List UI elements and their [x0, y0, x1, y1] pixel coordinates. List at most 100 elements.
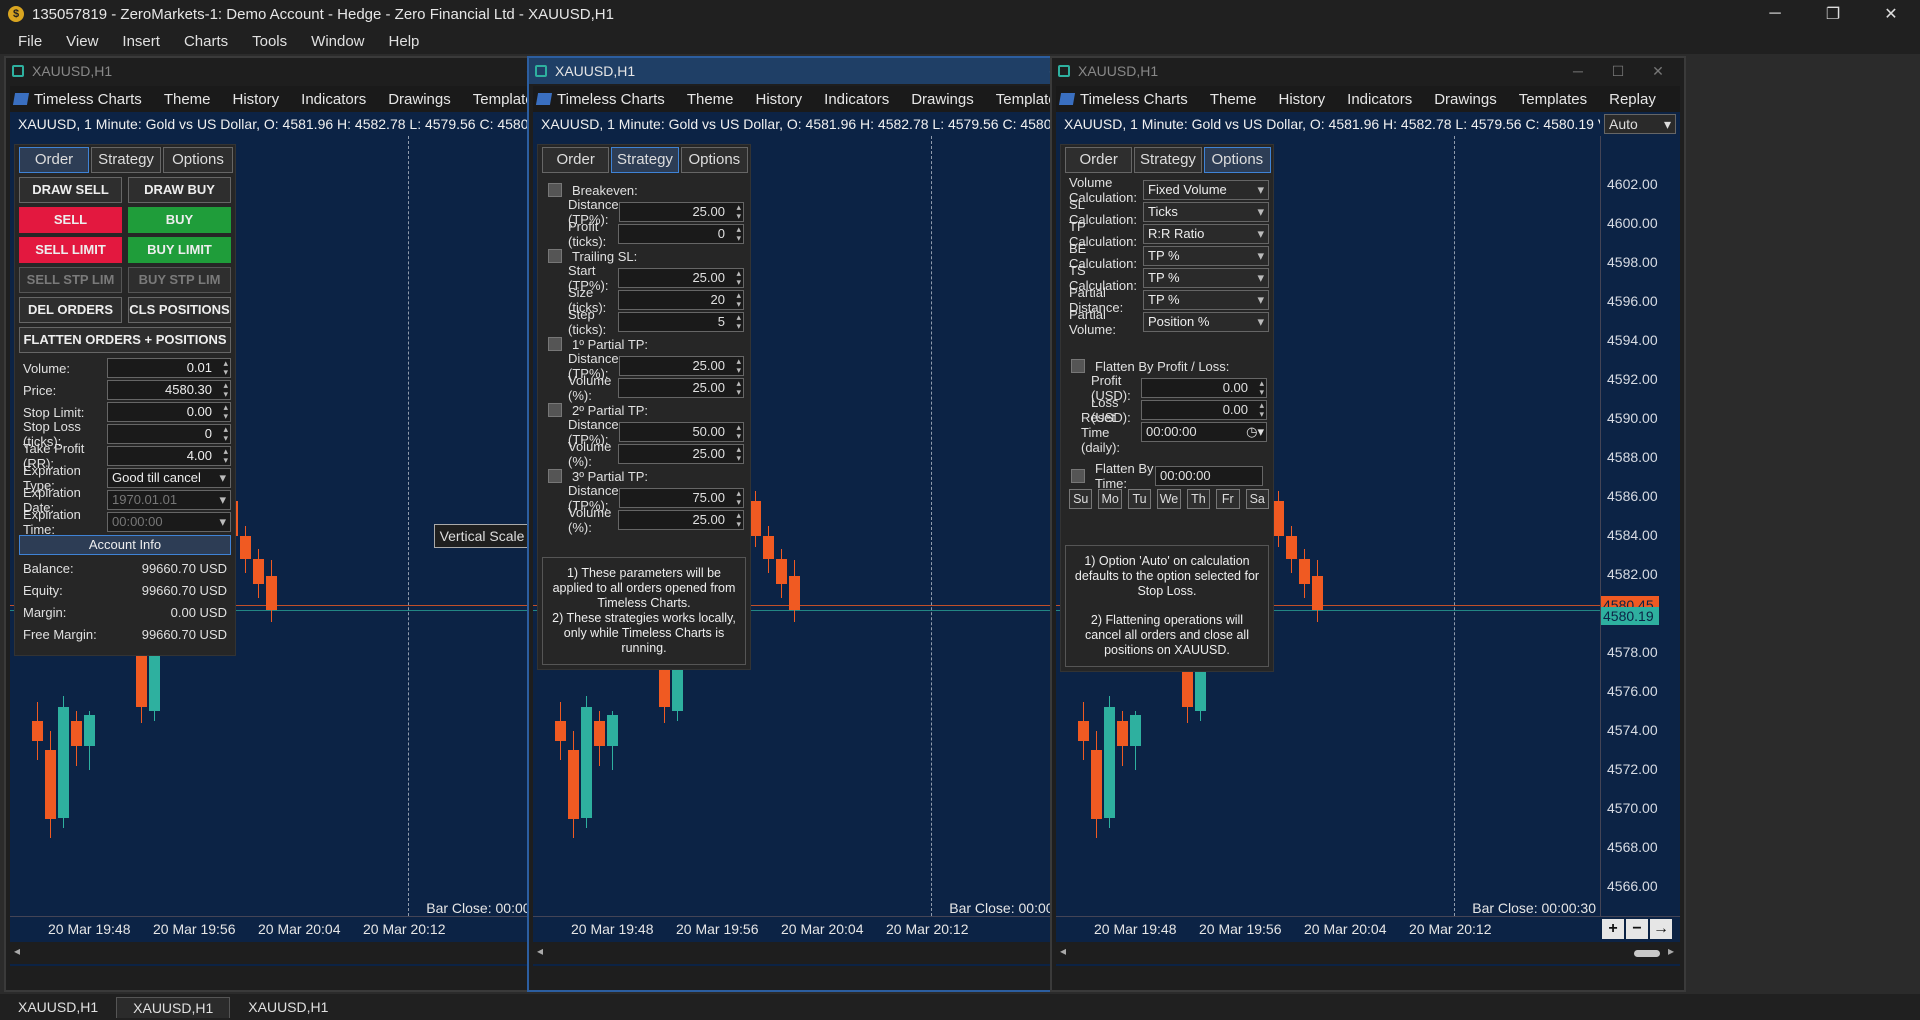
field-input[interactable]: 5 [618, 312, 744, 332]
maximize-icon[interactable]: ☐ [1598, 58, 1638, 84]
weekday-th-button[interactable]: Th [1186, 489, 1211, 509]
chart-area[interactable]: Timeless Charts Theme History Indicators… [1056, 86, 1680, 966]
draw-sell-button[interactable]: DRAW SELL [19, 177, 122, 203]
menu-window[interactable]: Window [299, 33, 376, 50]
field-input[interactable]: 25.00 [618, 510, 744, 530]
weekday-mo-button[interactable]: Mo [1098, 489, 1122, 509]
checkbox[interactable] [548, 403, 562, 417]
clock-icon[interactable]: ◷▾ [1246, 423, 1264, 441]
expiration-date-field[interactable]: 1970.01.01 [107, 490, 231, 510]
reset-time-field[interactable]: 00:00:00 ◷▾ [1141, 422, 1267, 442]
expiration-type-select[interactable]: Good till cancel [107, 468, 231, 488]
close-positions-button[interactable]: CLS POSITIONS [128, 297, 231, 323]
checkbox[interactable] [1071, 469, 1085, 483]
timeless-charts-menu[interactable]: Timeless Charts [533, 91, 676, 108]
buy-stop-limit-button[interactable]: BUY STP LIM [128, 267, 231, 293]
option-select[interactable]: TP % [1143, 268, 1269, 288]
templates-menu[interactable]: Templates [1508, 91, 1598, 108]
indicators-menu[interactable]: Indicators [1336, 91, 1423, 108]
field-input[interactable]: 4580.30 [107, 380, 231, 400]
close-icon[interactable]: ✕ [1862, 0, 1920, 28]
scale-mode-select[interactable]: Auto [1604, 114, 1676, 134]
checkbox[interactable] [1071, 359, 1085, 373]
chart-tab[interactable]: XAUUSD,H1 [2, 997, 114, 1017]
field-input[interactable]: 4.00 [107, 446, 231, 466]
scroll-left-icon[interactable]: ◂ [1060, 944, 1066, 958]
delete-orders-button[interactable]: DEL ORDERS [19, 297, 122, 323]
draw-buy-button[interactable]: DRAW BUY [128, 177, 231, 203]
flatten-time-field[interactable]: 00:00:00 [1155, 466, 1263, 486]
checkbox[interactable] [548, 469, 562, 483]
menu-view[interactable]: View [54, 33, 110, 50]
chart-window-titlebar[interactable]: XAUUSD,H1 ─ ☐ ✕ [1052, 58, 1684, 84]
field-input[interactable]: 25.00 [618, 202, 744, 222]
theme-menu[interactable]: Theme [153, 91, 222, 108]
buy-limit-button[interactable]: BUY LIMIT [128, 237, 231, 263]
weekday-we-button[interactable]: We [1157, 489, 1181, 509]
scroll-right-icon[interactable]: ▸ [1668, 944, 1674, 958]
zoom-out-button[interactable]: − [1626, 919, 1648, 939]
weekday-sa-button[interactable]: Sa [1245, 489, 1269, 509]
field-input[interactable]: 0.00 [1141, 400, 1267, 420]
option-select[interactable]: TP % [1143, 246, 1269, 266]
tab-options[interactable]: Options [163, 147, 233, 173]
menu-help[interactable]: Help [377, 33, 432, 50]
theme-menu[interactable]: Theme [676, 91, 745, 108]
field-input[interactable]: 75.00 [618, 488, 744, 508]
sell-button[interactable]: SELL [19, 207, 122, 233]
field-input[interactable]: 0.01 [107, 358, 231, 378]
history-menu[interactable]: History [745, 91, 814, 108]
tab-strategy[interactable]: Strategy [611, 147, 679, 173]
sell-stop-limit-button[interactable]: SELL STP LIM [19, 267, 122, 293]
account-info-button[interactable]: Account Info [19, 535, 231, 555]
sell-limit-button[interactable]: SELL LIMIT [19, 237, 122, 263]
theme-menu[interactable]: Theme [1199, 91, 1268, 108]
minimize-icon[interactable]: ─ [1746, 0, 1804, 28]
indicators-menu[interactable]: Indicators [290, 91, 377, 108]
field-input[interactable]: 50.00 [618, 422, 744, 442]
scroll-to-end-button[interactable]: → [1650, 919, 1672, 939]
menu-file[interactable]: File [6, 33, 54, 50]
time-axis[interactable]: 20 Mar 19:48 20 Mar 19:56 20 Mar 20:04 2… [1056, 916, 1680, 940]
history-menu[interactable]: History [1268, 91, 1337, 108]
menu-charts[interactable]: Charts [172, 33, 240, 50]
field-input[interactable]: 25.00 [618, 268, 744, 288]
weekday-fr-button[interactable]: Fr [1216, 489, 1240, 509]
option-select[interactable]: R:R Ratio [1143, 224, 1269, 244]
field-input[interactable]: 0.00 [1141, 378, 1267, 398]
zoom-in-button[interactable]: + [1602, 919, 1624, 939]
field-input[interactable]: 25.00 [618, 356, 744, 376]
timeless-charts-menu[interactable]: Timeless Charts [1056, 91, 1199, 108]
tab-order[interactable]: Order [542, 147, 610, 173]
option-select[interactable]: Ticks [1143, 202, 1269, 222]
history-menu[interactable]: History [222, 91, 291, 108]
tab-strategy[interactable]: Strategy [91, 147, 161, 173]
drawings-menu[interactable]: Drawings [900, 91, 985, 108]
chart-tab-active[interactable]: XAUUSD,H1 [116, 996, 231, 1018]
restore-icon[interactable]: ❐ [1804, 0, 1862, 28]
checkbox[interactable] [548, 249, 562, 263]
field-input[interactable]: 0 [618, 224, 744, 244]
scroll-thumb[interactable] [1634, 950, 1660, 957]
menu-insert[interactable]: Insert [110, 33, 172, 50]
field-input[interactable]: 25.00 [618, 378, 744, 398]
scroll-left-icon[interactable]: ◂ [14, 944, 20, 958]
menu-tools[interactable]: Tools [240, 33, 299, 50]
weekday-tu-button[interactable]: Tu [1127, 489, 1152, 509]
option-select[interactable]: Position % [1143, 312, 1269, 332]
field-input[interactable]: 20 [618, 290, 744, 310]
tab-strategy[interactable]: Strategy [1134, 147, 1202, 173]
expiration-time-field[interactable]: 00:00:00 [107, 512, 231, 532]
close-icon[interactable]: ✕ [1638, 58, 1678, 84]
indicators-menu[interactable]: Indicators [813, 91, 900, 108]
checkbox[interactable] [548, 183, 562, 197]
tab-order[interactable]: Order [19, 147, 89, 173]
tab-options[interactable]: Options [680, 147, 748, 173]
buy-button[interactable]: BUY [128, 207, 231, 233]
flatten-button[interactable]: FLATTEN ORDERS + POSITIONS [19, 327, 231, 353]
timeless-charts-menu[interactable]: Timeless Charts [10, 91, 153, 108]
price-axis[interactable]: 4602.00 4600.00 4598.00 4596.00 4594.00 4592.… [1600, 136, 1680, 916]
field-input[interactable]: 0.00 [107, 402, 231, 422]
option-select[interactable]: Fixed Volume [1143, 180, 1269, 200]
field-input[interactable]: 0 [107, 424, 231, 444]
